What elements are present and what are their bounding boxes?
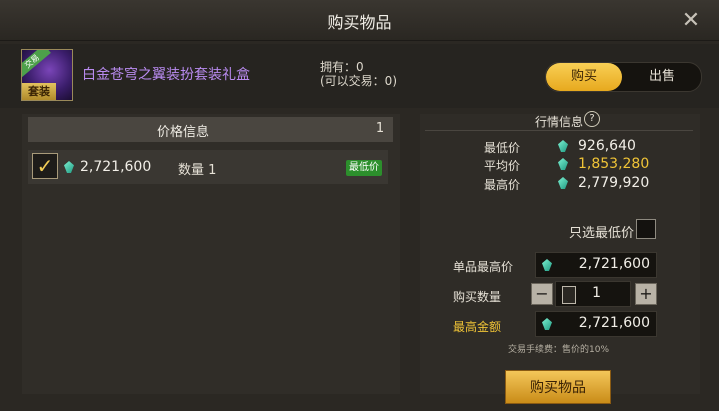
lowest-price-value: 926,640 <box>578 138 636 154</box>
close-icon[interactable]: ✕ <box>680 10 702 32</box>
highest-price-label: 最高价 <box>484 178 521 192</box>
listing-checkbox[interactable]: ✓ <box>32 153 58 179</box>
decrease-quantity-button[interactable]: − <box>531 283 553 305</box>
help-icon[interactable]: ? <box>584 111 600 127</box>
price-list-title: 价格信息 <box>156 125 209 140</box>
max-total-value: 2,721,600 <box>578 315 650 331</box>
price-list-count: 1 <box>375 121 385 136</box>
quantity-value: 1 <box>592 285 601 301</box>
owned-info: 拥有：0 (可以交易：0) <box>320 60 397 88</box>
set-tag: 套装 <box>22 83 56 100</box>
lowest-price-badge: 最低价 <box>346 160 382 176</box>
calculator-icon[interactable] <box>562 286 576 304</box>
buy-sell-toggle: 购买 出售 <box>545 62 702 92</box>
buy-item-button[interactable]: 购买物品 <box>505 370 611 404</box>
max-total-label: 最高金额 <box>453 320 502 334</box>
highest-price-value: 2,779,920 <box>578 175 650 191</box>
listing-price: 2,721,600 <box>80 159 152 175</box>
increase-quantity-button[interactable]: + <box>635 283 657 305</box>
item-name: 白金苍穹之翼装扮套装礼盒 <box>82 67 250 83</box>
average-price-label: 平均价 <box>484 159 521 173</box>
average-price-value: 1,853,280 <box>578 156 650 172</box>
quantity-label: 购买数量 <box>453 290 502 304</box>
owned-count: 拥有：0 <box>320 60 364 74</box>
listing-quantity: 数量 1 <box>178 163 217 178</box>
lowest-only-label: 只选最低价 <box>569 226 635 241</box>
max-unit-price-label: 单品最高价 <box>453 260 514 274</box>
fee-note: 交易手续费：售价的10% <box>508 345 610 355</box>
market-divider <box>425 130 693 131</box>
lowest-only-checkbox[interactable] <box>636 219 656 239</box>
max-unit-price-value: 2,721,600 <box>578 256 650 272</box>
sell-tab[interactable]: 出售 <box>624 63 700 91</box>
market-info-title: 行情信息 <box>535 115 584 129</box>
window-title: 购买物品 <box>327 13 392 32</box>
tradable-ribbon: 交易 <box>22 50 51 79</box>
buy-tab[interactable]: 购买 <box>546 63 622 91</box>
tradable-count: (可以交易：0) <box>320 74 397 88</box>
lowest-price-label: 最低价 <box>484 141 521 155</box>
item-icon[interactable]: 交易 套装 <box>21 49 73 101</box>
